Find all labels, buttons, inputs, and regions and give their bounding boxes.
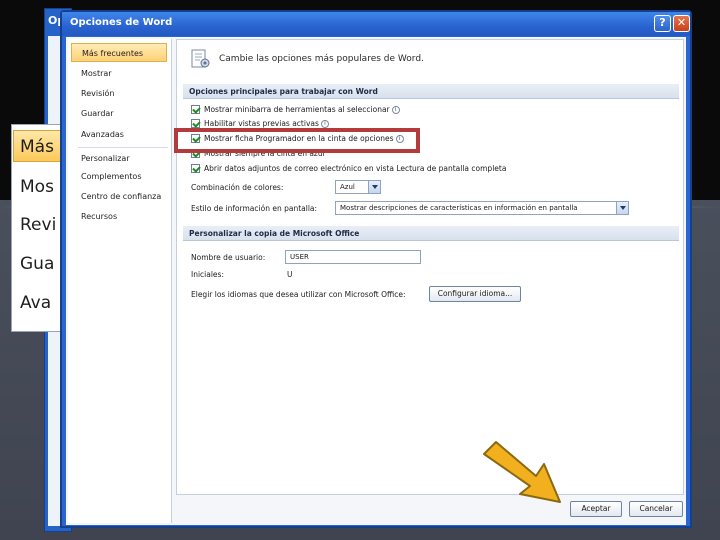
ok-button[interactable]: Aceptar [570,501,622,517]
checkbox-icon[interactable] [191,163,200,173]
zoom-item: Ava [20,293,52,313]
dialog-titlebar[interactable]: Opciones de Word ? ✕ [62,12,690,36]
option-minitoolbar[interactable]: Mostrar minibarra de herramientas al sel… [191,104,400,116]
screentip-style-label: Estilo de información en pantalla: [191,204,318,213]
close-button[interactable]: ✕ [673,15,690,32]
options-content: Cambie las opciones más populares de Wor… [176,39,684,495]
nav-item-popular[interactable]: Más frecuentes [71,43,167,62]
nav-item-customize[interactable]: Personalizar [71,149,167,168]
dialog-title: Opciones de Word [70,17,173,28]
nav-item-trust-center[interactable]: Centro de confianza [71,187,167,206]
options-nav: Más frecuentes Mostrar Revisión Guardar … [68,39,172,523]
info-icon: i [320,120,329,128]
nav-item-addins[interactable]: Complementos [71,167,167,186]
word-options-dialog: Opciones de Word ? ✕ Más frecuentes Most… [60,10,692,528]
nav-item-resources[interactable]: Recursos [71,207,167,226]
color-scheme-label: Combinación de colores: [191,183,284,192]
initials-value[interactable]: U [287,270,293,279]
configure-language-button[interactable]: Configurar idioma... [429,286,521,302]
chevron-down-icon[interactable] [368,181,380,193]
zoom-item: Mos [20,177,54,197]
pointer-arrow-icon [483,441,561,503]
cancel-button[interactable]: Cancelar [629,501,683,517]
options-header-icon [191,49,210,68]
checkbox-icon[interactable] [191,104,200,114]
nav-item-proofing[interactable]: Revisión [71,84,167,103]
nav-item-save[interactable]: Guardar [71,104,167,123]
zoom-item: Revi [20,215,57,235]
username-label: Nombre de usuario: [191,253,266,262]
nav-separator [78,147,168,148]
info-icon: i [391,106,400,114]
options-header-text: Cambie las opciones más populares de Wor… [219,54,424,64]
nav-item-display[interactable]: Mostrar [71,64,167,83]
zoom-item: Más [20,137,54,157]
option-open-attachments[interactable]: Abrir datos adjuntos de correo electróni… [191,163,506,175]
nav-item-advanced[interactable]: Avanzadas [71,125,167,144]
screentip-style-select[interactable]: Mostrar descripciones de características… [335,201,629,215]
developer-tab-highlight [174,128,420,153]
zoom-item: Gua [20,254,55,274]
username-input[interactable]: USER [285,250,421,264]
dialog-client: Más frecuentes Mostrar Revisión Guardar … [66,37,686,525]
section-main-options: Opciones principales para trabajar con W… [183,84,679,99]
section-personalize: Personalizar la copia de Microsoft Offic… [183,226,679,241]
initials-label: Iniciales: [191,270,224,279]
color-scheme-select[interactable]: Azul [335,180,381,194]
chevron-down-icon[interactable] [616,202,628,214]
help-button[interactable]: ? [654,15,671,32]
languages-label: Elegir los idiomas que desea utilizar co… [191,290,406,299]
checkbox-icon[interactable] [191,118,200,128]
